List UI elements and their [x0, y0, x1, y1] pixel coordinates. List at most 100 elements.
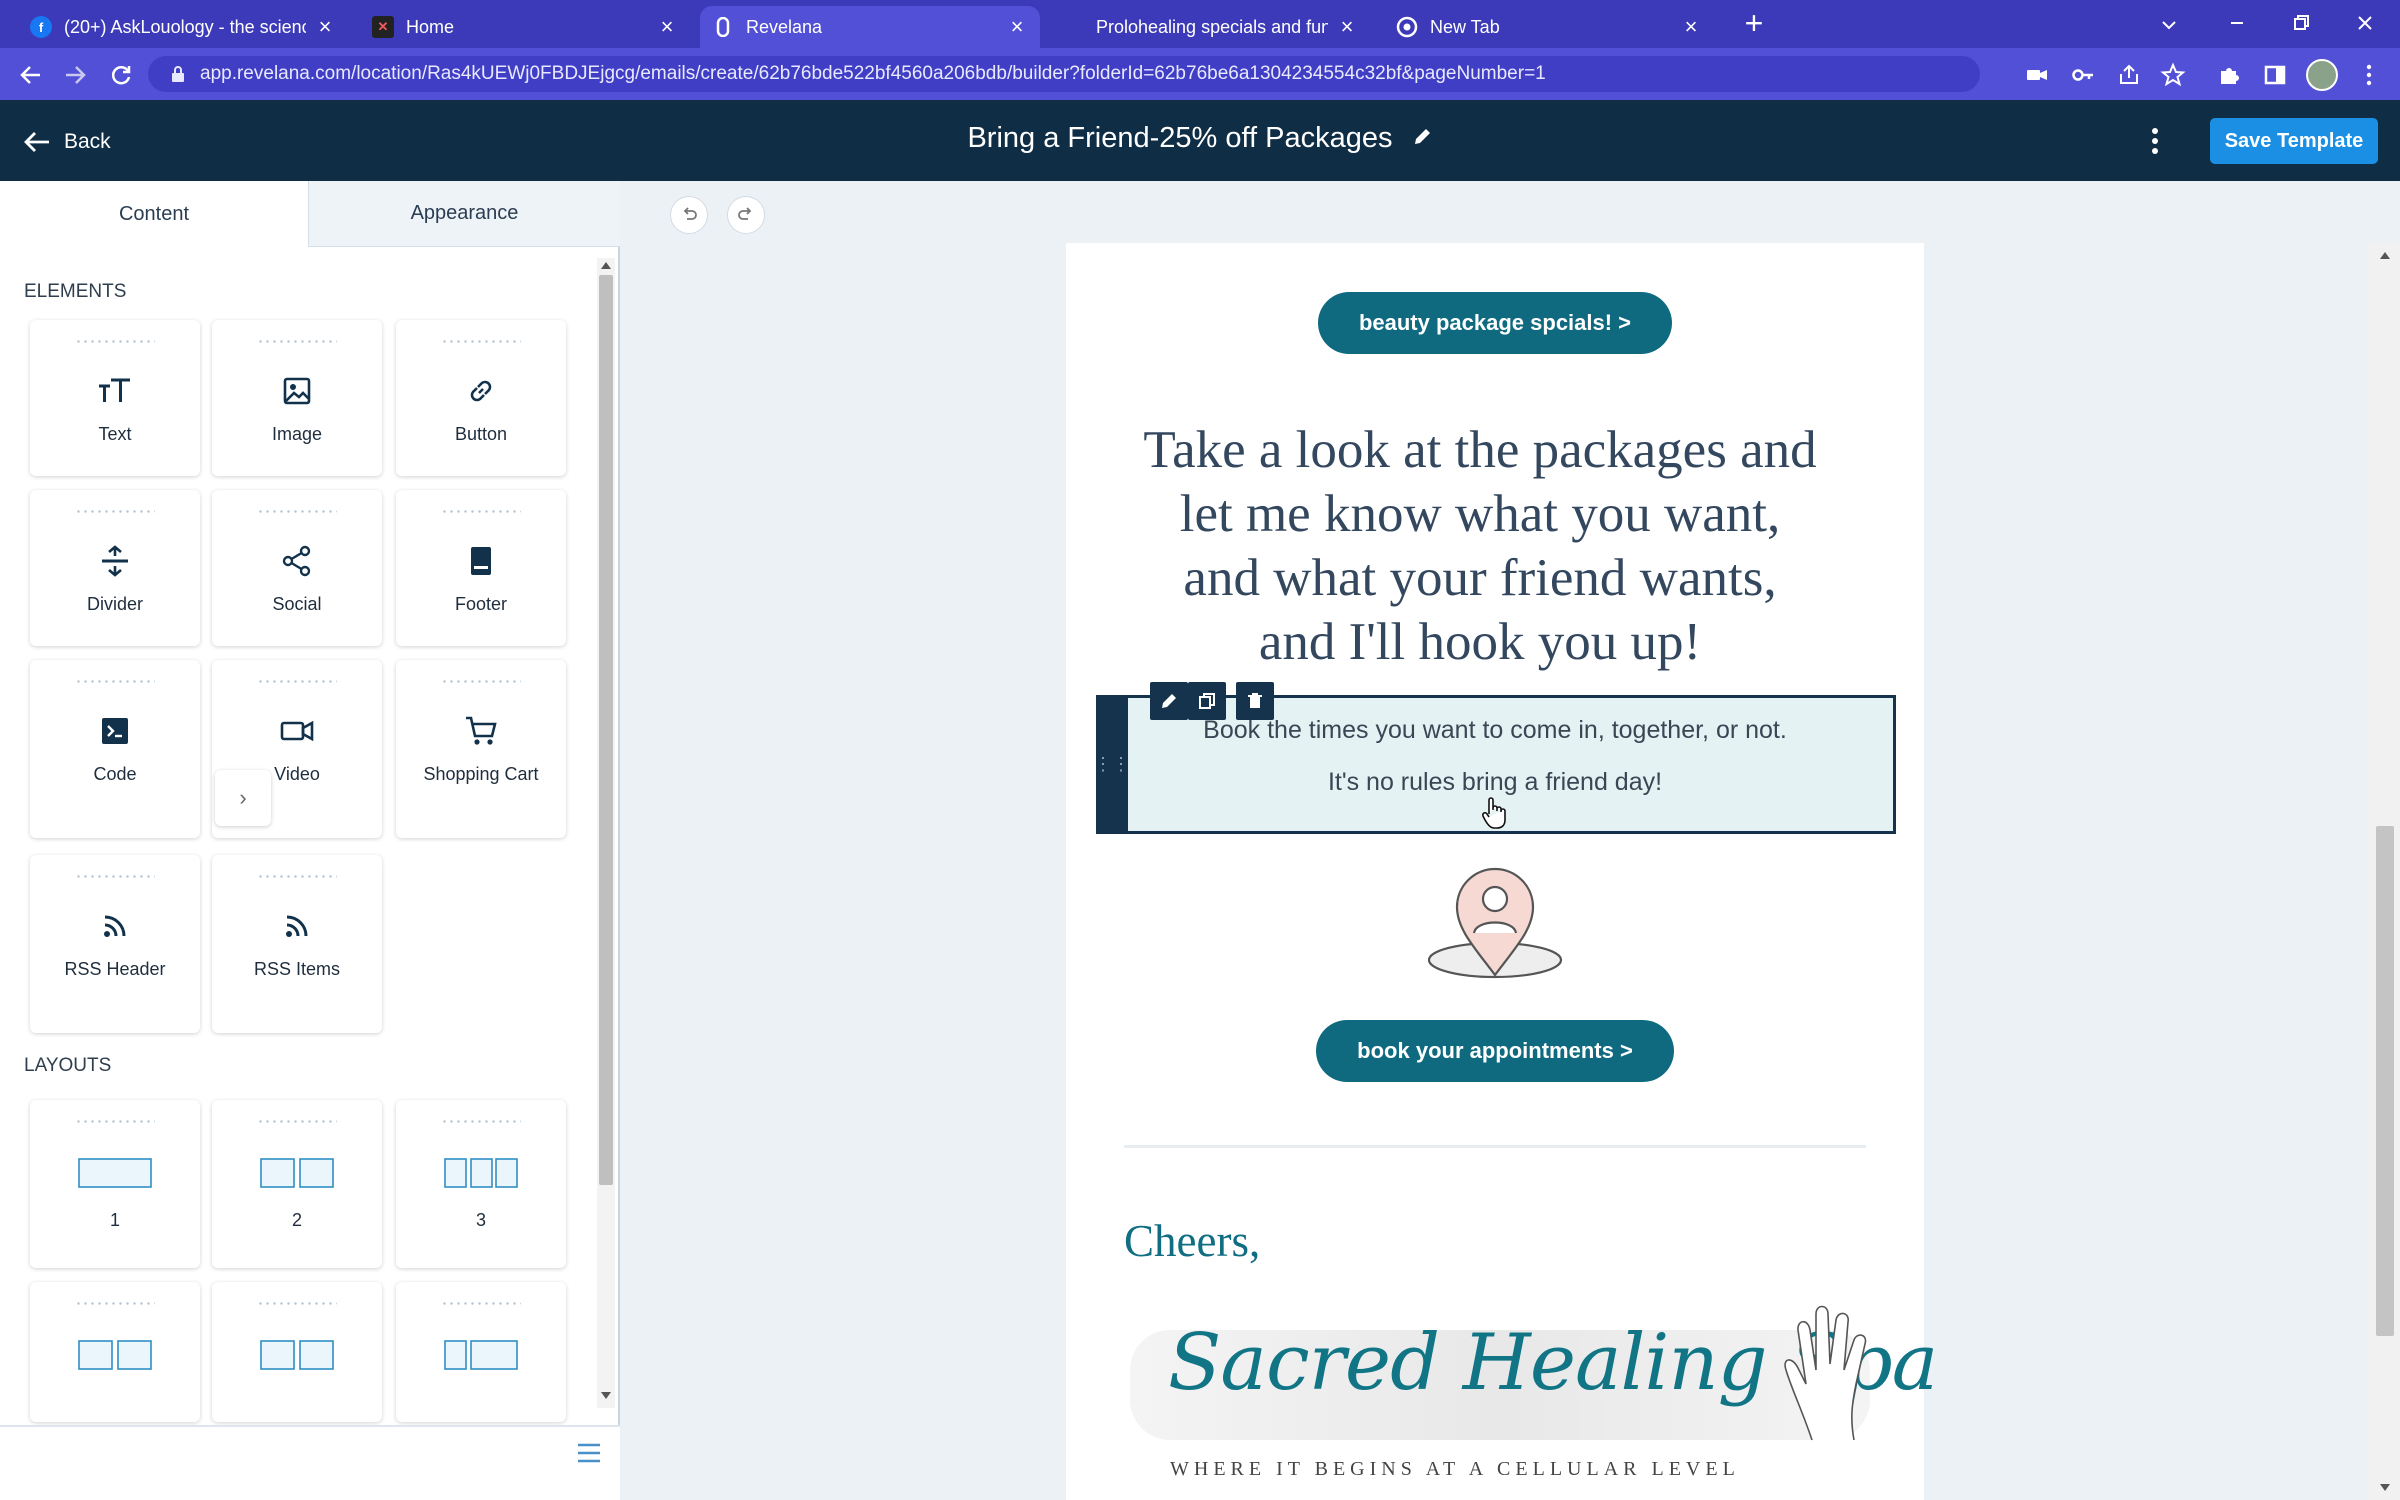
scroll-down-arrow-icon[interactable]: [2380, 1484, 2390, 1491]
drag-dots: [257, 1302, 337, 1305]
email-signoff[interactable]: Cheers,: [1124, 1215, 1260, 1267]
scroll-up-arrow-icon[interactable]: [601, 262, 611, 269]
page-icon: [1062, 16, 1084, 38]
element-card-divider[interactable]: Divider: [30, 490, 200, 646]
email-divider: [1124, 1145, 1866, 1148]
drag-dots: [257, 1120, 337, 1123]
browser-tab-active[interactable]: Revelana ×: [700, 6, 1040, 48]
pencil-edit-icon[interactable]: [1411, 123, 1433, 156]
collapse-panel-button[interactable]: ›: [215, 770, 271, 826]
layout-card-6[interactable]: [396, 1282, 566, 1422]
browser-tab[interactable]: ✕ Home ×: [360, 6, 690, 48]
profile-avatar[interactable]: [2306, 59, 2338, 91]
close-icon[interactable]: ×: [314, 16, 336, 38]
tab-title: Revelana: [746, 16, 823, 37]
element-card-shopping-cart[interactable]: Shopping Cart: [396, 660, 566, 838]
element-card-footer[interactable]: Footer: [396, 490, 566, 646]
layout-two-column-icon: [78, 1335, 152, 1375]
arrow-left-icon: [22, 129, 52, 155]
element-label: Footer: [454, 594, 508, 614]
tab-title: (20+) AskLouology - the science: [64, 16, 306, 37]
window-close-icon[interactable]: [2350, 8, 2380, 38]
editor-scrollbar-thumb[interactable]: [2376, 826, 2394, 1336]
close-icon[interactable]: ×: [1680, 16, 1702, 38]
panel-footer: [0, 1425, 620, 1500]
drag-handle-icon[interactable]: ⋮⋮: [1094, 695, 1130, 834]
new-tab-icon[interactable]: +: [1738, 7, 1770, 40]
url-field[interactable]: app.revelana.com/location/Ras4kUEWj0FBDJ…: [148, 56, 1980, 92]
drag-dots: [257, 875, 337, 878]
tab-title: Prolohealing specials and fun eve: [1096, 16, 1328, 37]
reload-icon[interactable]: [106, 60, 136, 90]
pencil-edit-icon[interactable]: [1150, 682, 1188, 720]
footer-icon: [467, 541, 495, 581]
drag-dots: [75, 510, 155, 513]
drag-dots: [441, 1120, 521, 1123]
layout-card-3[interactable]: 3: [396, 1100, 566, 1268]
layout-card-5[interactable]: [212, 1282, 382, 1422]
element-label: RSS Header: [64, 959, 166, 979]
restore-icon[interactable]: [2286, 8, 2316, 38]
email-button-book-appointments[interactable]: book your appointments >: [1316, 1020, 1674, 1082]
element-card-rss-header[interactable]: RSS Header: [30, 855, 200, 1033]
close-icon[interactable]: ×: [656, 16, 678, 38]
drag-dots: [441, 340, 521, 343]
link-icon: [465, 371, 497, 411]
element-card-rss-items[interactable]: RSS Items: [212, 855, 382, 1033]
layout-card-1[interactable]: 1: [30, 1100, 200, 1268]
close-icon[interactable]: ×: [1336, 16, 1358, 38]
email-button-beauty-packages[interactable]: beauty package spcials! >: [1318, 292, 1672, 354]
url-text: app.revelana.com/location/Ras4kUEWj0FBDJ…: [200, 63, 1546, 84]
share-page-icon[interactable]: [2116, 62, 2142, 88]
element-label: Shopping Cart: [423, 764, 539, 784]
back-button[interactable]: Back: [22, 124, 111, 160]
element-card-text[interactable]: Text: [30, 320, 200, 476]
close-icon[interactable]: ×: [1006, 16, 1028, 38]
duplicate-icon[interactable]: [1188, 682, 1226, 720]
scroll-down-arrow-icon[interactable]: [601, 1392, 611, 1399]
more-options-icon[interactable]: [2140, 124, 2170, 158]
key-icon[interactable]: [2070, 62, 2096, 88]
element-card-image[interactable]: Image: [212, 320, 382, 476]
browser-tab[interactable]: Prolohealing specials and fun eve ×: [1050, 6, 1370, 48]
layout-card-4[interactable]: [30, 1282, 200, 1422]
bookmark-star-icon[interactable]: [2160, 62, 2186, 88]
element-card-button[interactable]: Button: [396, 320, 566, 476]
drag-dots: [257, 510, 337, 513]
elements-heading: ELEMENTS: [24, 281, 127, 302]
trash-icon[interactable]: [1236, 682, 1274, 720]
browser-menu-icon[interactable]: [2356, 62, 2382, 88]
side-panel-icon[interactable]: [2262, 62, 2288, 88]
back-label: Back: [64, 130, 111, 153]
scroll-up-arrow-icon[interactable]: [2380, 252, 2390, 259]
hamburger-menu-icon[interactable]: [576, 1441, 602, 1465]
element-label: Text: [98, 424, 132, 444]
element-label: Button: [454, 424, 508, 444]
drag-dots: [257, 680, 337, 683]
undo-icon[interactable]: [670, 196, 708, 234]
tab-appearance[interactable]: Appearance: [308, 181, 620, 247]
layout-card-2[interactable]: 2: [212, 1100, 382, 1268]
element-card-social[interactable]: Social: [212, 490, 382, 646]
camera-icon[interactable]: [2024, 62, 2050, 88]
browser-tab[interactable]: New Tab ×: [1384, 6, 1714, 48]
rss-icon: [283, 906, 311, 946]
redo-icon[interactable]: [727, 196, 765, 234]
drag-dots: [75, 1302, 155, 1305]
template-title-text[interactable]: Bring a Friend-25% off Packages: [967, 122, 1392, 154]
panel-scrollbar-thumb[interactable]: [599, 275, 613, 1185]
extensions-puzzle-icon[interactable]: [2216, 62, 2242, 88]
browser-tab[interactable]: f (20+) AskLouology - the science ×: [18, 6, 348, 48]
layout-one-third-two-thirds-icon: [444, 1335, 518, 1375]
element-card-code[interactable]: Code: [30, 660, 200, 838]
drag-dots: [441, 510, 521, 513]
rss-icon: [101, 906, 129, 946]
forward-arrow-icon[interactable]: [60, 60, 90, 90]
email-headline[interactable]: Take a look at the packages and let me k…: [1140, 418, 1820, 674]
back-arrow-icon[interactable]: [16, 60, 46, 90]
save-template-button[interactable]: Save Template: [2210, 118, 2378, 164]
minimize-icon[interactable]: [2222, 8, 2252, 38]
tab-content[interactable]: Content: [0, 181, 308, 247]
lock-icon: [170, 65, 186, 83]
tab-search-chevron-icon[interactable]: [2154, 10, 2184, 40]
